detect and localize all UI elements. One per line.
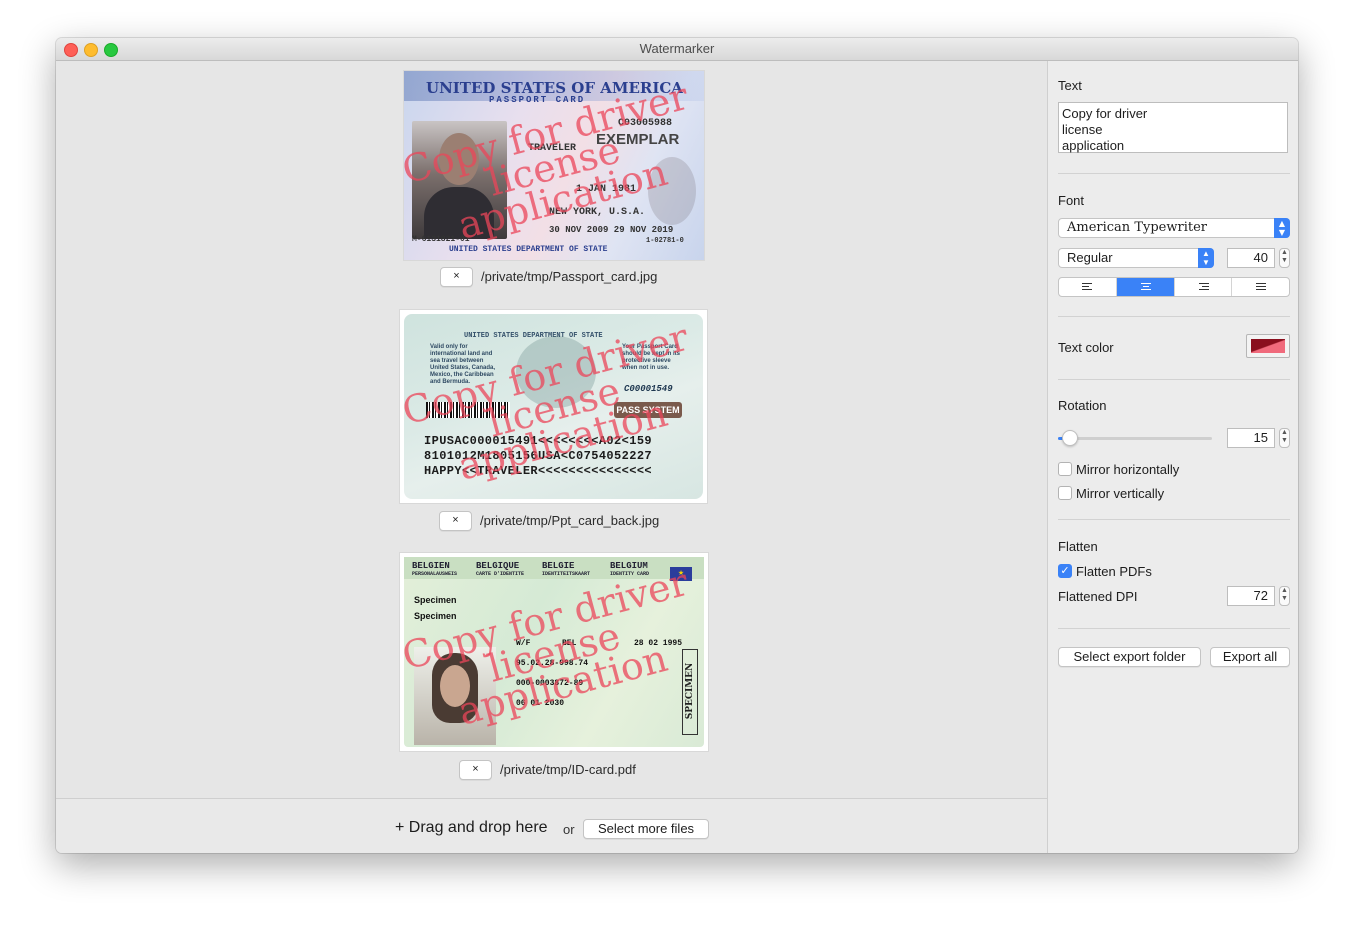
align-center-icon bbox=[1140, 283, 1151, 292]
watermark-text-line: Copy for driver bbox=[1062, 106, 1148, 121]
mirror-horizontally-checkbox[interactable] bbox=[1058, 462, 1072, 476]
align-left-icon bbox=[1082, 283, 1092, 292]
divider bbox=[1058, 316, 1290, 317]
watermark-text-line: application bbox=[1062, 138, 1125, 153]
app-window: Watermarker UNITED STATES OF AMERICA PAS… bbox=[56, 38, 1298, 853]
watermark-text-line: license bbox=[1062, 122, 1103, 137]
alignment-segmented-control bbox=[1058, 277, 1290, 297]
card-text: BELGIEN bbox=[412, 561, 450, 571]
card-text: Specimen bbox=[414, 611, 457, 621]
card-text: CARTE D'IDENTITE bbox=[476, 571, 525, 577]
align-right-icon bbox=[1198, 283, 1209, 292]
file-path: /private/tmp/Ppt_card_back.jpg bbox=[480, 513, 660, 528]
mirror-vertically-label: Mirror vertically bbox=[1076, 486, 1165, 501]
or-label: or bbox=[563, 822, 575, 837]
flatten-pdfs-label: Flatten PDFs bbox=[1076, 564, 1152, 579]
flatten-section-label: Flatten bbox=[1058, 539, 1098, 554]
rotation-stepper[interactable]: ▲ ▼ bbox=[1279, 428, 1290, 448]
align-justify-icon bbox=[1256, 283, 1267, 292]
font-family-popup[interactable]: American Typewriter ▲ ▼ bbox=[1058, 218, 1290, 238]
flatten-pdfs-checkbox[interactable]: ✓ bbox=[1058, 564, 1072, 578]
rotation-field[interactable]: 15 bbox=[1227, 428, 1275, 448]
preview-id-card: BELGIEN BELGIQUE BELGIE BELGIUM PERSONAL… bbox=[400, 553, 708, 751]
title-bar: Watermarker bbox=[56, 38, 1298, 61]
card-text: UNITED STATES DEPARTMENT OF STATE bbox=[464, 332, 603, 340]
watermark-overlay: Copy for driver license application bbox=[400, 559, 693, 734]
remove-file-button[interactable]: × bbox=[439, 511, 472, 531]
file-list[interactable]: UNITED STATES OF AMERICA PASSPORT CARD E… bbox=[56, 61, 1047, 798]
dpi-stepper[interactable]: ▲ ▼ bbox=[1279, 586, 1290, 606]
text-color-label: Text color bbox=[1058, 340, 1114, 355]
preview-passport-card: UNITED STATES OF AMERICA PASSPORT CARD E… bbox=[404, 71, 704, 260]
rotation-slider-track[interactable] bbox=[1058, 437, 1212, 440]
align-center-button[interactable] bbox=[1116, 278, 1175, 296]
export-all-button[interactable]: Export all bbox=[1210, 647, 1290, 667]
card-text: UNITED STATES DEPARTMENT OF STATE bbox=[449, 245, 608, 254]
card-text: IDENTITEITSKAART bbox=[542, 571, 591, 577]
card-text: BELGIE bbox=[542, 561, 575, 571]
card-text: BELGIQUE bbox=[476, 561, 520, 571]
flattened-dpi-field[interactable]: 72 bbox=[1227, 586, 1275, 606]
window-title: Watermarker bbox=[639, 41, 715, 56]
passport-card-image: UNITED STATES OF AMERICA PASSPORT CARD E… bbox=[404, 71, 704, 260]
card-text: 1-02781-0 bbox=[646, 237, 684, 245]
flattened-dpi-label: Flattened DPI bbox=[1058, 589, 1138, 604]
select-export-folder-button[interactable]: Select export folder bbox=[1058, 647, 1201, 667]
rotation-label: Rotation bbox=[1058, 398, 1107, 413]
remove-file-button[interactable]: × bbox=[440, 267, 473, 287]
align-justify-button[interactable] bbox=[1232, 278, 1289, 296]
color-swatch bbox=[1251, 339, 1285, 353]
divider bbox=[1058, 379, 1290, 380]
chevron-updown-icon: ▲ ▼ bbox=[1198, 248, 1214, 268]
card-text: Specimen bbox=[414, 595, 457, 605]
font-style-popup[interactable]: Regular ▲ ▼ bbox=[1058, 248, 1214, 268]
select-more-files-button[interactable]: Select more files bbox=[583, 819, 709, 839]
id-card-image: BELGIEN BELGIQUE BELGIE BELGIUM PERSONAL… bbox=[400, 557, 704, 747]
mirror-horizontally-label: Mirror horizontally bbox=[1076, 462, 1180, 477]
divider bbox=[1058, 173, 1290, 174]
preview-passport-card-back: UNITED STATES DEPARTMENT OF STATE Valid … bbox=[400, 310, 707, 503]
divider bbox=[1058, 628, 1290, 629]
card-text: PERSONALAUSWEIS bbox=[412, 571, 458, 577]
font-family-value: American Typewriter bbox=[1067, 220, 1207, 235]
text-section-label: Text bbox=[1058, 78, 1082, 93]
font-section-label: Font bbox=[1058, 193, 1085, 208]
file-path: /private/tmp/Passport_card.jpg bbox=[481, 269, 658, 284]
drag-drop-label: + Drag and drop here bbox=[395, 819, 548, 836]
align-right-button[interactable] bbox=[1175, 278, 1233, 296]
drop-zone-bar[interactable]: + Drag and drop here or Select more file… bbox=[56, 798, 1047, 853]
font-style-value: Regular bbox=[1067, 250, 1113, 265]
align-left-button[interactable] bbox=[1059, 278, 1117, 296]
font-size-stepper[interactable]: ▲ ▼ bbox=[1279, 248, 1290, 268]
card-text: 30 NOV 2009 29 NOV 2019 bbox=[549, 225, 674, 235]
settings-sidebar: Text Copy for driver license application… bbox=[1047, 61, 1298, 853]
passport-back-image: UNITED STATES DEPARTMENT OF STATE Valid … bbox=[400, 314, 703, 499]
watermark-text-input[interactable]: Copy for driver license application bbox=[1058, 102, 1288, 153]
file-path: /private/tmp/ID-card.pdf bbox=[500, 762, 636, 777]
font-size-field[interactable]: 40 bbox=[1227, 248, 1275, 268]
rotation-slider-knob[interactable] bbox=[1062, 430, 1078, 446]
chevron-updown-icon: ▲ ▼ bbox=[1274, 218, 1290, 238]
divider bbox=[1058, 519, 1290, 520]
remove-file-button[interactable]: × bbox=[459, 760, 492, 780]
mirror-vertically-checkbox[interactable] bbox=[1058, 486, 1072, 500]
text-color-well[interactable] bbox=[1246, 334, 1290, 358]
